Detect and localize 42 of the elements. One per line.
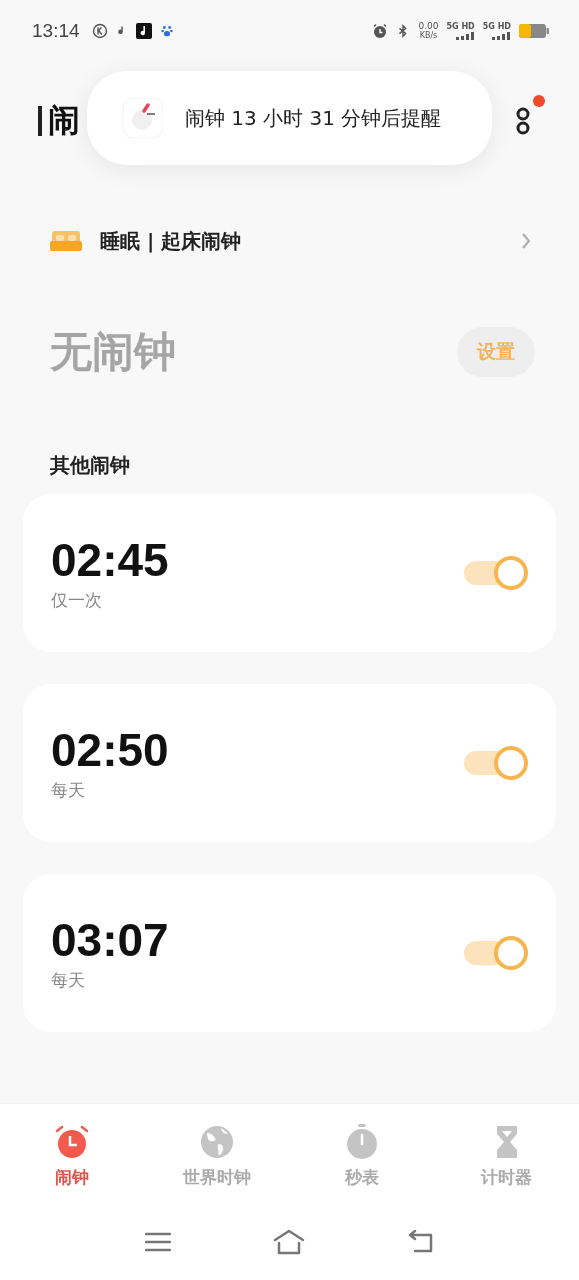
tab[interactable]: 秒表 <box>289 1104 435 1208</box>
battery-icon <box>519 24 549 38</box>
net-unit: KB/s <box>419 31 438 40</box>
network-label: 5G HD <box>482 22 511 31</box>
alarm-repeat: 每天 <box>51 778 86 802</box>
globe-icon <box>199 1123 236 1160</box>
menu-icon[interactable] <box>144 1232 171 1252</box>
alarm-time: 02:50 <box>51 724 169 775</box>
bed-icon <box>50 229 82 253</box>
toggle-switch[interactable] <box>464 556 528 590</box>
music-app-icon <box>135 23 152 39</box>
clock-app-icon <box>123 98 163 138</box>
more-icon[interactable] <box>515 105 531 137</box>
chevron-right-icon <box>521 232 531 250</box>
network-label: 5G HD <box>446 22 475 31</box>
no-alarm-text: 无闹钟 <box>50 326 176 378</box>
net-speed: 0.00 <box>418 22 439 31</box>
signal-icon <box>491 32 511 40</box>
alarm-icon <box>372 23 389 39</box>
page-title: 闹 <box>48 100 80 141</box>
paw-icon <box>159 24 174 38</box>
toggle-switch[interactable] <box>464 936 528 970</box>
section-title: 其他闹钟 <box>49 452 131 479</box>
k-icon <box>91 23 108 39</box>
alarm-repeat: 仅一次 <box>51 588 103 612</box>
tab[interactable]: 计时器 <box>434 1104 579 1208</box>
alarm-time: 03:07 <box>51 914 169 965</box>
sleep-row[interactable]: 睡眠 | 起床闹钟 <box>0 180 579 302</box>
toast-message: 闹钟 13 小时 31 分钟后提醒 <box>185 104 442 132</box>
alarm-time: 02:45 <box>51 534 169 585</box>
alarm-repeat: 每天 <box>51 968 86 992</box>
back-icon[interactable] <box>406 1230 435 1254</box>
home-icon[interactable] <box>272 1229 305 1255</box>
toggle-switch[interactable] <box>464 746 528 780</box>
status-time: 13:14 <box>32 20 80 42</box>
alarm-card[interactable]: 02:45 仅一次 <box>23 494 556 652</box>
alarm-card[interactable]: 02:50 每天 <box>23 684 556 842</box>
alarm-clock-icon <box>54 1123 91 1160</box>
tab[interactable]: 闹钟 <box>0 1104 145 1208</box>
alarm-card[interactable]: 03:07 每天 <box>23 874 556 1032</box>
signal-icon <box>454 32 475 40</box>
tab[interactable]: 世界时钟 <box>144 1104 290 1208</box>
